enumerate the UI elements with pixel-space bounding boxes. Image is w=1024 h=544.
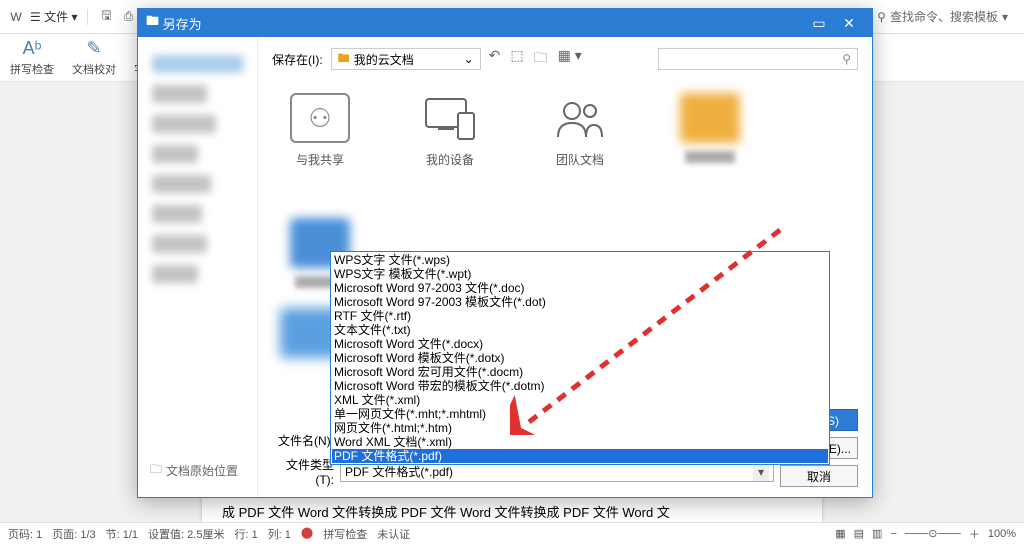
dialog-title: 另存为	[163, 14, 804, 33]
doc-body-text: 成 PDF 文件 Word 文件转换成 PDF 文件 Word 文件转换成 PD…	[222, 505, 670, 520]
view-icon[interactable]: ▦ ▾	[558, 47, 582, 71]
view-mode-icon-2[interactable]: ▤	[854, 527, 864, 540]
share-icon: ⚇	[308, 103, 331, 134]
save-as-dialog: 🖿 另存为 ▭ ✕ 🗀 文档原始位置 保存在(I):	[137, 8, 873, 498]
search-hint[interactable]: 查找命令、搜索模板	[890, 8, 998, 25]
view-mode-icon-3[interactable]: ▥	[872, 527, 882, 540]
filetype-option[interactable]: Microsoft Word 模板文件(*.dotx)	[332, 351, 828, 365]
wps-logo-icon: W	[8, 9, 24, 25]
status-auth[interactable]: 未认证	[377, 526, 410, 542]
print-icon[interactable]: ⎙	[120, 9, 136, 25]
filetype-option[interactable]: XML 文件(*.xml)	[332, 393, 828, 407]
menu-file[interactable]: ☰ 文件 ▾	[30, 8, 77, 25]
filetype-option[interactable]: Word XML 文档(*.xml)	[332, 435, 828, 449]
filetype-option[interactable]: Microsoft Word 97-2003 文件(*.doc)	[332, 281, 828, 295]
ribbon-proof[interactable]: ✎文档校对	[72, 38, 116, 77]
status-page[interactable]: 页码: 1	[8, 526, 42, 542]
status-col[interactable]: 列: 1	[268, 526, 291, 542]
status-setval[interactable]: 设置值: 2.5厘米	[148, 526, 224, 542]
filetype-option[interactable]: Microsoft Word 97-2003 模板文件(*.dot)	[332, 295, 828, 309]
zoom-value[interactable]: 100%	[988, 528, 1016, 540]
zoom-out-icon[interactable]: −	[890, 528, 896, 540]
original-location[interactable]: 🗀 文档原始位置	[146, 452, 249, 489]
status-section[interactable]: 节: 1/1	[106, 526, 138, 542]
filetype-option[interactable]: RTF 文件(*.rtf)	[332, 309, 828, 323]
filetype-option[interactable]: WPS文字 模板文件(*.wpt)	[332, 267, 828, 281]
status-line[interactable]: 行: 1	[234, 526, 257, 542]
save-icon[interactable]: 🖫	[98, 9, 114, 25]
status-pages[interactable]: 页面: 1/3	[52, 526, 95, 542]
chevron-down-icon: ⌄	[464, 52, 474, 66]
filetype-label: 文件类型(T):	[272, 456, 334, 487]
location-select[interactable]: 🖿 我的云文档 ⌄	[331, 48, 481, 70]
search-icon: ⚲	[877, 10, 886, 24]
filetype-option[interactable]: Microsoft Word 文件(*.docx)	[332, 337, 828, 351]
sidebar-blurred	[146, 45, 249, 293]
filetype-option[interactable]: Microsoft Word 宏可用文件(*.docm)	[332, 365, 828, 379]
filetype-option[interactable]: 网页文件(*.html;*.htm)	[332, 421, 828, 435]
zoom-in-icon[interactable]: ＋	[969, 526, 980, 542]
back-icon[interactable]: ↶	[489, 47, 501, 71]
search-input[interactable]: ⚲	[658, 48, 858, 70]
filename-label: 文件名(N):	[272, 432, 334, 449]
ribbon-spellcheck[interactable]: Aᵇ拼写检查	[10, 38, 54, 77]
view-mode-icon[interactable]: ▦	[835, 527, 845, 540]
minimize-button[interactable]: ▭	[804, 15, 834, 32]
folder-yellow-icon: 🖿	[338, 49, 350, 70]
search-icon: ⚲	[842, 52, 851, 66]
folder-devices[interactable]: 我的设备	[410, 93, 490, 168]
folder-shared[interactable]: ⚇ 与我共享	[280, 93, 360, 168]
new-folder-icon[interactable]: 🗀	[534, 47, 548, 71]
folder-team[interactable]: 团队文档	[540, 93, 620, 168]
filetype-listbox[interactable]: WPS文字 文件(*.wps)WPS文字 模板文件(*.wpt)Microsof…	[330, 251, 830, 465]
filetype-option[interactable]: PDF 文件格式(*.pdf)	[332, 449, 828, 463]
up-icon[interactable]: ⬚	[510, 47, 523, 71]
filetype-option[interactable]: 单一网页文件(*.mht;*.mhtml)	[332, 407, 828, 421]
cancel-button[interactable]: 取消	[780, 465, 858, 487]
filetype-option[interactable]: 文本文件(*.txt)	[332, 323, 828, 337]
folder-outline-icon: 🗀	[150, 460, 162, 481]
filetype-option[interactable]: Microsoft Word 带宏的模板文件(*.dotm)	[332, 379, 828, 393]
save-in-label: 保存在(I):	[272, 51, 323, 68]
chevron-down-icon[interactable]: ▾	[1002, 10, 1008, 24]
close-button[interactable]: ✕	[834, 15, 864, 32]
filetype-option[interactable]: WPS文字 文件(*.wps)	[332, 253, 828, 267]
folder-blurred-1[interactable]	[670, 93, 750, 168]
status-spell[interactable]: 拼写检查	[323, 526, 367, 542]
folder-icon: 🖿	[146, 12, 159, 34]
